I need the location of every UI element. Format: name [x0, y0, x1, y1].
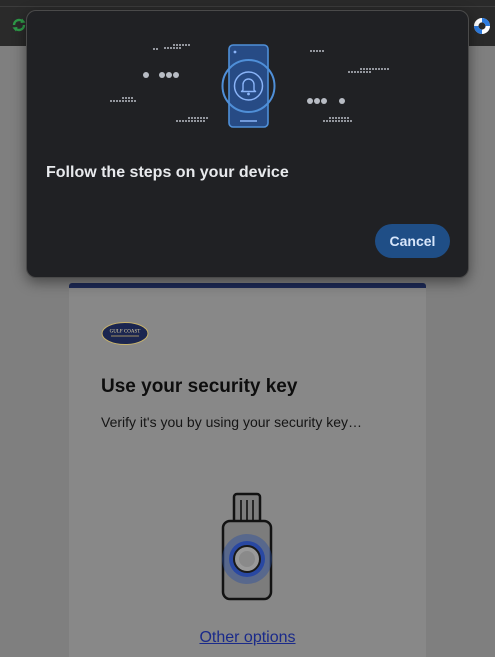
page-title: Use your security key [101, 376, 298, 397]
usb-security-key-icon [221, 492, 273, 601]
company-logo: GULF COAST [101, 322, 149, 345]
lifebuoy-icon[interactable] [472, 16, 492, 36]
signal-dots-right [307, 50, 389, 122]
signal-dots-left [110, 44, 208, 122]
cancel-button[interactable]: Cancel [375, 224, 450, 258]
logo-text: GULF COAST [110, 330, 141, 335]
page-subtitle: Verify it's you by using your security k… [101, 414, 362, 430]
other-options-link[interactable]: Other options [69, 629, 426, 647]
dialog-title: Follow the steps on your device [46, 164, 289, 181]
passkey-dialog: Follow the steps on your device Cancel [26, 10, 469, 278]
toolbar-divider [0, 6, 495, 7]
phone-notification-bell-icon [110, 44, 389, 128]
security-key-card: GULF COAST Use your security key Verify … [69, 283, 426, 657]
